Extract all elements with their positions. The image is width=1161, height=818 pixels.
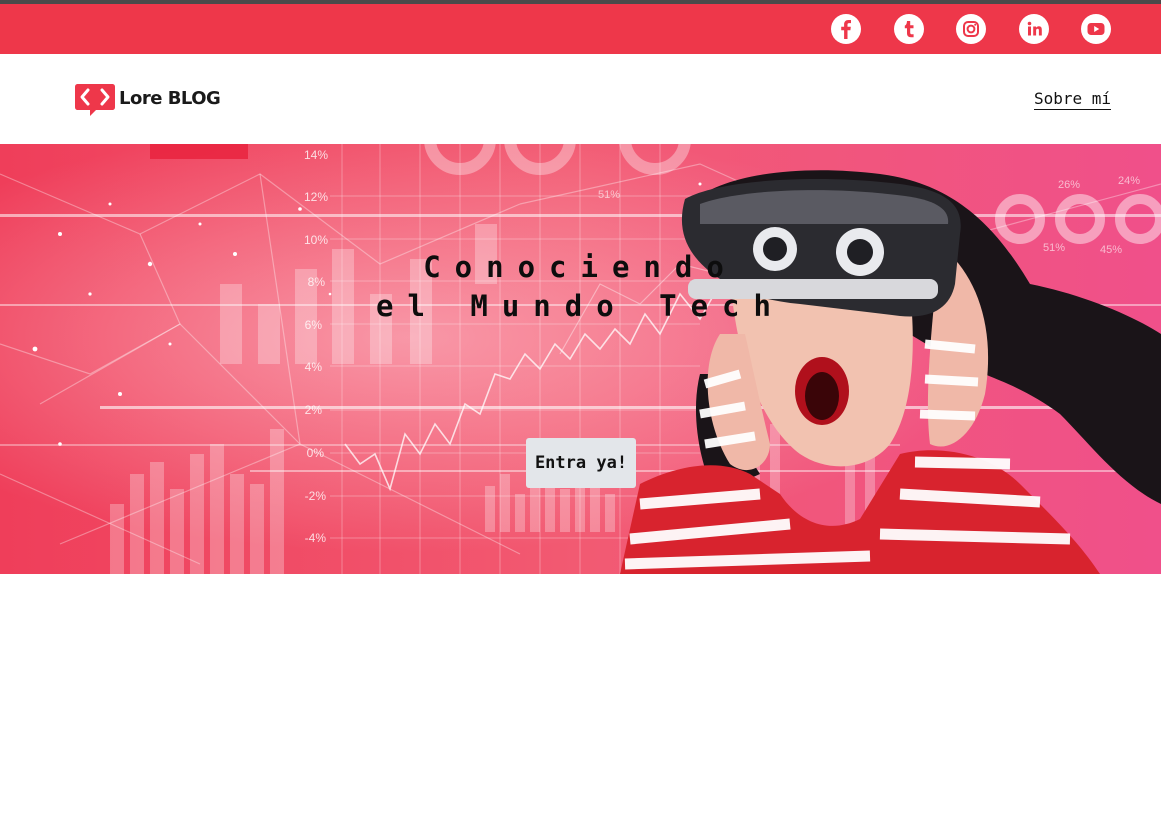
chart-tick-label: -2% — [305, 489, 327, 503]
social-bar — [0, 4, 1161, 54]
tumblr-icon[interactable] — [894, 14, 924, 44]
instagram-icon[interactable] — [956, 14, 986, 44]
hero-banner: 14% 12% 10% 8% 6% 4% 2% 0% -2% -4% 51% 2… — [0, 144, 1161, 574]
enter-button[interactable]: Entra ya! — [526, 438, 636, 488]
chart-percent-label: 24% — [1118, 175, 1140, 187]
chart-tick-label: 4% — [305, 360, 323, 374]
chart-tick-label: 10% — [304, 233, 328, 247]
chart-tick-label: 14% — [304, 148, 328, 162]
hero-title-line-2: el Mundo Tech — [376, 289, 785, 323]
chart-percent-label: 51% — [598, 189, 620, 201]
navbar: Lore BLOG Sobre mí — [0, 54, 1161, 144]
hero-title-line-1: Conociendo — [423, 250, 738, 284]
about-link[interactable]: Sobre mí — [1033, 89, 1111, 110]
chart-tick-label: 2% — [305, 403, 323, 417]
logo-code-icon — [75, 84, 115, 116]
hero-background-image: 14% 12% 10% 8% 6% 4% 2% 0% -2% -4% 51% 2… — [0, 144, 1161, 574]
chart-tick-label: 0% — [307, 446, 325, 460]
facebook-icon[interactable] — [831, 14, 861, 44]
chart-tick-label: -4% — [305, 531, 327, 545]
logo-text: Lore BLOG — [119, 88, 221, 109]
logo[interactable]: Lore BLOG — [74, 83, 244, 117]
youtube-icon[interactable] — [1081, 14, 1111, 44]
linkedin-icon[interactable] — [1019, 14, 1049, 44]
chart-tick-label: 12% — [304, 190, 328, 204]
chart-percent-label: 26% — [1058, 179, 1080, 191]
hero-title: Conociendo el Mundo Tech — [0, 248, 1161, 326]
